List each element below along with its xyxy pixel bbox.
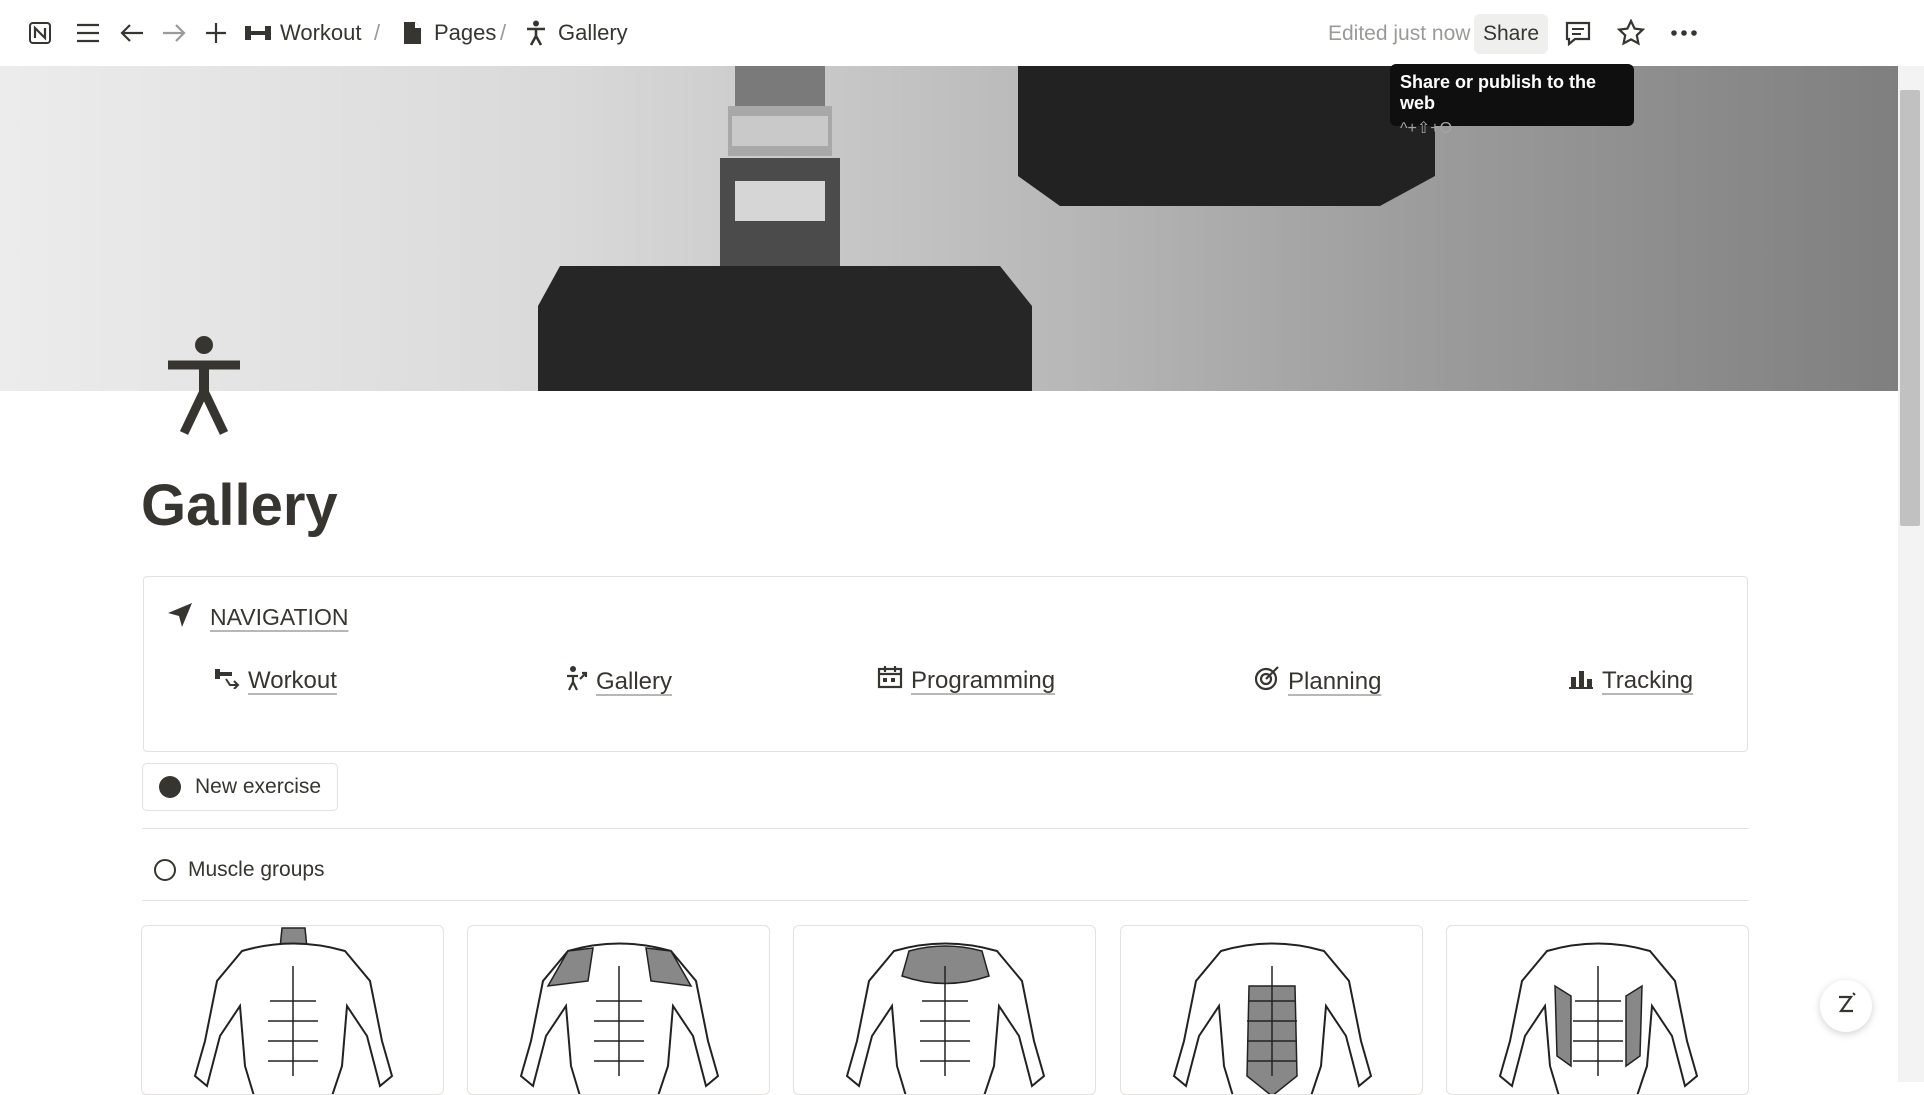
- nav-link-label: Gallery: [596, 667, 673, 695]
- help-button[interactable]: [1820, 980, 1872, 1032]
- back-arrow-icon[interactable]: [116, 17, 148, 49]
- navigation-callout: NAVIGATION Workout Gallery Programming P…: [143, 576, 1748, 752]
- muscle-groups-label: Muscle groups: [188, 858, 325, 881]
- notion-logo-icon[interactable]: [24, 17, 56, 49]
- muscle-diagram-icon: [193, 927, 394, 1094]
- chart-icon: [1568, 665, 1594, 696]
- add-page-icon[interactable]: [200, 17, 232, 49]
- gallery-icon: [564, 665, 588, 698]
- breadcrumb-label: Workout: [280, 20, 362, 45]
- dumbbell-icon: [244, 19, 272, 47]
- share-label: Share: [1482, 22, 1540, 45]
- new-exercise-button[interactable]: New exercise: [142, 763, 338, 811]
- share-button[interactable]: Share: [1474, 14, 1548, 54]
- share-tooltip: Share or publish to the web ^+⇧+O: [1390, 64, 1634, 137]
- person-icon: [522, 19, 550, 47]
- nav-link-label: Tracking: [1602, 666, 1694, 694]
- gallery-card-3[interactable]: [793, 925, 1096, 1095]
- gallery-card-5[interactable]: [1446, 925, 1749, 1095]
- breadcrumb-label: Pages: [434, 20, 497, 45]
- navigation-arrow-icon: [166, 601, 194, 634]
- muscle-diagram-icon: [1172, 942, 1373, 1094]
- breadcrumb-gallery[interactable]: Gallery: [522, 17, 628, 49]
- workout-icon: [214, 665, 240, 696]
- nav-link-gallery[interactable]: Gallery: [564, 665, 672, 698]
- topbar: Workout / Pages / Gallery Edited just no…: [0, 0, 1924, 66]
- edited-status: Edited just now: [1328, 22, 1471, 45]
- navigation-heading-label[interactable]: NAVIGATION: [210, 604, 348, 631]
- muscle-diagram-icon: [1498, 942, 1699, 1094]
- more-options-icon[interactable]: [1668, 17, 1700, 49]
- star-icon[interactable]: [1615, 17, 1647, 49]
- scrollbar-thumb[interactable]: [1900, 90, 1920, 526]
- divider: [142, 828, 1749, 829]
- gallery-card-1[interactable]: [141, 925, 444, 1095]
- muscle-groups-toggle[interactable]: Muscle groups: [154, 858, 325, 882]
- breadcrumb-pages[interactable]: Pages: [398, 17, 496, 49]
- document-icon: [398, 19, 426, 47]
- page-title[interactable]: Gallery: [141, 472, 338, 539]
- nav-link-programming[interactable]: Programming: [877, 665, 1055, 696]
- breadcrumb-workout[interactable]: Workout: [244, 17, 362, 49]
- new-exercise-label: New exercise: [195, 775, 322, 798]
- muscle-diagram-icon: [845, 942, 1046, 1094]
- breadcrumb-label: Gallery: [558, 20, 628, 45]
- help-icon: [1831, 989, 1861, 1024]
- gallery-card-2[interactable]: [467, 925, 770, 1095]
- muscle-diagram-icon: [519, 942, 720, 1094]
- nav-link-label: Planning: [1288, 667, 1382, 695]
- menu-icon[interactable]: [72, 17, 104, 49]
- nav-link-label: Programming: [911, 666, 1056, 694]
- calendar-icon: [877, 665, 903, 696]
- target-icon: [1254, 665, 1280, 698]
- gallery-card-4[interactable]: [1120, 925, 1423, 1095]
- forward-arrow-icon[interactable]: [158, 17, 190, 49]
- nav-link-tracking[interactable]: Tracking: [1568, 665, 1693, 696]
- nav-link-workout[interactable]: Workout: [214, 665, 337, 696]
- empty-circle-icon: [154, 859, 176, 881]
- nav-link-planning[interactable]: Planning: [1254, 665, 1381, 698]
- divider: [142, 900, 1749, 901]
- tooltip-title: Share or publish to the web: [1400, 72, 1597, 113]
- navigation-heading: NAVIGATION: [166, 601, 348, 634]
- comments-icon[interactable]: [1562, 17, 1594, 49]
- filled-circle-icon: [159, 776, 181, 798]
- tooltip-shortcut: ^+⇧+O: [1400, 120, 1453, 137]
- breadcrumb-separator: /: [500, 20, 507, 45]
- nav-link-label: Workout: [248, 666, 337, 694]
- page-person-icon[interactable]: [160, 335, 248, 435]
- breadcrumb-separator: /: [374, 20, 381, 45]
